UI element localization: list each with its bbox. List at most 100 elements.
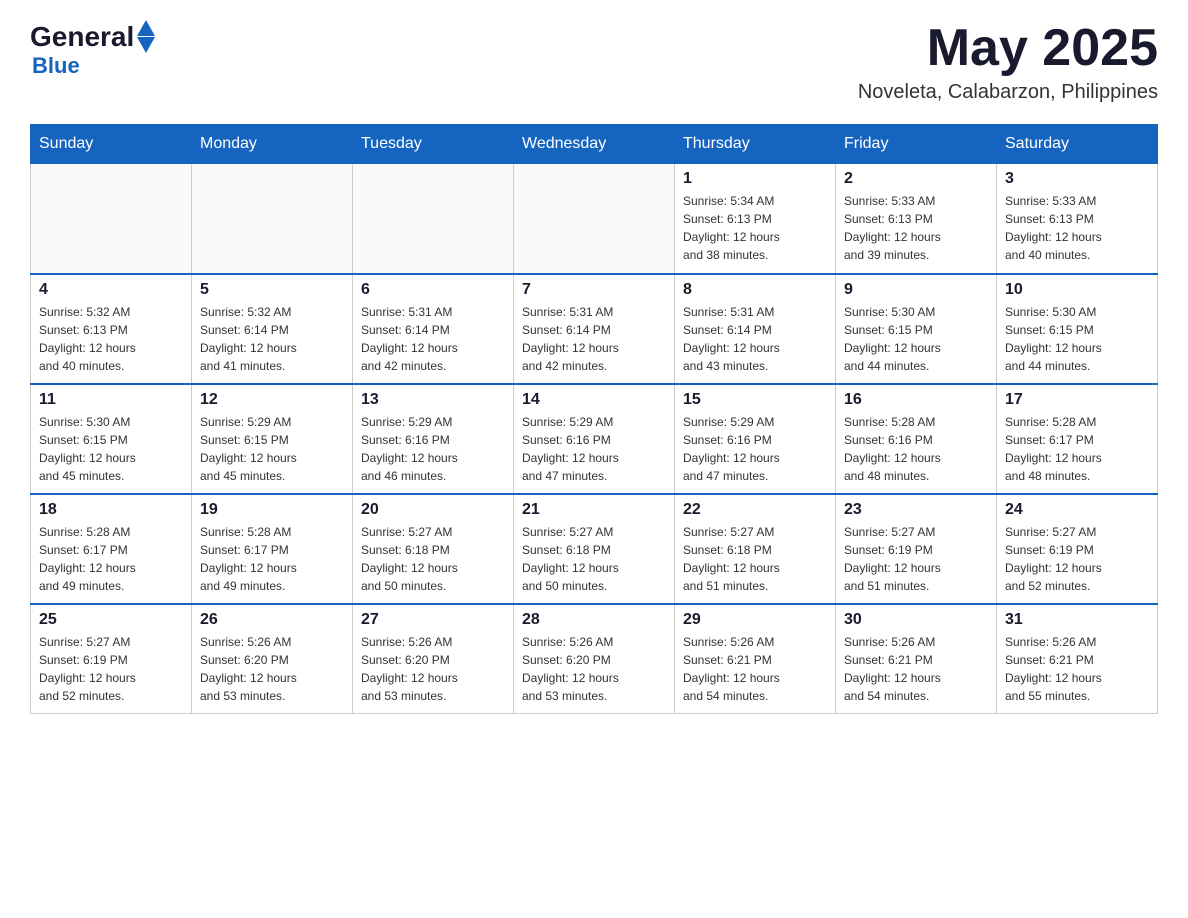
page-header: General Blue May 2025 Noveleta, Calabarz… [30,20,1158,104]
day-number: 27 [361,611,505,629]
calendar-day-cell: 21 Sunrise: 5:27 AMSunset: 6:18 PMDayligh… [514,494,675,604]
day-number: 12 [200,391,344,409]
calendar-day-cell [31,164,192,274]
logo: General Blue [30,20,155,79]
calendar-day-cell: 10 Sunrise: 5:30 AMSunset: 6:15 PMDayligh… [997,274,1158,384]
day-info: Sunrise: 5:29 AMSunset: 6:16 PMDaylight:… [361,413,505,485]
calendar-day-cell: 14 Sunrise: 5:29 AMSunset: 6:16 PMDayligh… [514,384,675,494]
day-number: 29 [683,611,827,629]
calendar-day-cell: 3 Sunrise: 5:33 AMSunset: 6:13 PMDaylight… [997,164,1158,274]
day-info: Sunrise: 5:26 AMSunset: 6:20 PMDaylight:… [522,633,666,705]
day-number: 16 [844,391,988,409]
day-info: Sunrise: 5:27 AMSunset: 6:19 PMDaylight:… [1005,523,1149,595]
calendar-day-cell: 19 Sunrise: 5:28 AMSunset: 6:17 PMDayligh… [192,494,353,604]
day-number: 24 [1005,501,1149,519]
calendar-day-cell [353,164,514,274]
calendar-day-cell: 4 Sunrise: 5:32 AMSunset: 6:13 PMDaylight… [31,274,192,384]
day-of-week-header: Tuesday [353,125,514,164]
calendar-day-cell: 9 Sunrise: 5:30 AMSunset: 6:15 PMDaylight… [836,274,997,384]
day-info: Sunrise: 5:33 AMSunset: 6:13 PMDaylight:… [1005,192,1149,264]
calendar-day-cell: 18 Sunrise: 5:28 AMSunset: 6:17 PMDayligh… [31,494,192,604]
day-number: 25 [39,611,183,629]
day-info: Sunrise: 5:26 AMSunset: 6:20 PMDaylight:… [361,633,505,705]
calendar-day-cell [192,164,353,274]
title-section: May 2025 Noveleta, Calabarzon, Philippin… [858,20,1158,104]
calendar-week-row: 1Sunrise: 5:34 AMSunset: 6:13 PMDaylight… [31,164,1158,274]
calendar-day-cell: 26 Sunrise: 5:26 AMSunset: 6:20 PMDayligh… [192,604,353,714]
day-info: Sunrise: 5:31 AMSunset: 6:14 PMDaylight:… [522,303,666,375]
day-number: 30 [844,611,988,629]
day-number: 7 [522,281,666,299]
calendar-week-row: 4 Sunrise: 5:32 AMSunset: 6:13 PMDaylight… [31,274,1158,384]
logo-general: General [30,21,134,53]
day-number: 9 [844,281,988,299]
logo-blue-text: Blue [32,53,155,79]
day-info: Sunrise: 5:26 AMSunset: 6:20 PMDaylight:… [200,633,344,705]
day-info: Sunrise: 5:28 AMSunset: 6:17 PMDaylight:… [1005,413,1149,485]
calendar-day-cell: 16Sunrise: 5:28 AMSunset: 6:16 PMDayligh… [836,384,997,494]
location-subtitle: Noveleta, Calabarzon, Philippines [858,81,1158,104]
day-info: Sunrise: 5:26 AMSunset: 6:21 PMDaylight:… [1005,633,1149,705]
calendar-day-cell: 28 Sunrise: 5:26 AMSunset: 6:20 PMDayligh… [514,604,675,714]
calendar-day-cell: 12 Sunrise: 5:29 AMSunset: 6:15 PMDayligh… [192,384,353,494]
calendar-day-cell: 24 Sunrise: 5:27 AMSunset: 6:19 PMDayligh… [997,494,1158,604]
month-year-title: May 2025 [858,20,1158,77]
day-number: 23 [844,501,988,519]
day-info: Sunrise: 5:29 AMSunset: 6:15 PMDaylight:… [200,413,344,485]
day-number: 10 [1005,281,1149,299]
day-number: 19 [200,501,344,519]
day-number: 11 [39,391,183,409]
calendar-day-cell: 2 Sunrise: 5:33 AMSunset: 6:13 PMDaylight… [836,164,997,274]
calendar-day-cell: 27 Sunrise: 5:26 AMSunset: 6:20 PMDayligh… [353,604,514,714]
calendar-week-row: 25 Sunrise: 5:27 AMSunset: 6:19 PMDayligh… [31,604,1158,714]
calendar-day-cell: 17 Sunrise: 5:28 AMSunset: 6:17 PMDayligh… [997,384,1158,494]
day-of-week-header: Saturday [997,125,1158,164]
day-info: Sunrise: 5:28 AMSunset: 6:17 PMDaylight:… [39,523,183,595]
logo-triangle-up-icon [137,20,155,36]
day-number: 6 [361,281,505,299]
day-number: 28 [522,611,666,629]
calendar-day-cell: 11 Sunrise: 5:30 AMSunset: 6:15 PMDayligh… [31,384,192,494]
day-info: Sunrise: 5:33 AMSunset: 6:13 PMDaylight:… [844,192,988,264]
day-of-week-header: Sunday [31,125,192,164]
day-number: 18 [39,501,183,519]
day-info: Sunrise: 5:27 AMSunset: 6:18 PMDaylight:… [361,523,505,595]
day-number: 17 [1005,391,1149,409]
day-number: 3 [1005,170,1149,188]
day-number: 2 [844,170,988,188]
calendar-day-cell: 23 Sunrise: 5:27 AMSunset: 6:19 PMDayligh… [836,494,997,604]
day-number: 21 [522,501,666,519]
day-number: 14 [522,391,666,409]
day-number: 20 [361,501,505,519]
day-info: Sunrise: 5:31 AMSunset: 6:14 PMDaylight:… [361,303,505,375]
day-number: 8 [683,281,827,299]
day-info: Sunrise: 5:27 AMSunset: 6:19 PMDaylight:… [844,523,988,595]
calendar-day-cell: 13Sunrise: 5:29 AMSunset: 6:16 PMDayligh… [353,384,514,494]
calendar-week-row: 18 Sunrise: 5:28 AMSunset: 6:17 PMDayligh… [31,494,1158,604]
day-number: 5 [200,281,344,299]
calendar-table: SundayMondayTuesdayWednesdayThursdayFrid… [30,124,1158,714]
day-info: Sunrise: 5:32 AMSunset: 6:13 PMDaylight:… [39,303,183,375]
day-info: Sunrise: 5:31 AMSunset: 6:14 PMDaylight:… [683,303,827,375]
day-info: Sunrise: 5:27 AMSunset: 6:18 PMDaylight:… [522,523,666,595]
day-number: 26 [200,611,344,629]
day-info: Sunrise: 5:30 AMSunset: 6:15 PMDaylight:… [1005,303,1149,375]
day-of-week-header: Wednesday [514,125,675,164]
day-info: Sunrise: 5:32 AMSunset: 6:14 PMDaylight:… [200,303,344,375]
day-info: Sunrise: 5:29 AMSunset: 6:16 PMDaylight:… [522,413,666,485]
calendar-week-row: 11 Sunrise: 5:30 AMSunset: 6:15 PMDayligh… [31,384,1158,494]
calendar-day-cell: 31 Sunrise: 5:26 AMSunset: 6:21 PMDayligh… [997,604,1158,714]
day-info: Sunrise: 5:30 AMSunset: 6:15 PMDaylight:… [39,413,183,485]
day-info: Sunrise: 5:29 AMSunset: 6:16 PMDaylight:… [683,413,827,485]
day-number: 31 [1005,611,1149,629]
calendar-day-cell: 6 Sunrise: 5:31 AMSunset: 6:14 PMDaylight… [353,274,514,384]
day-number: 15 [683,391,827,409]
day-info: Sunrise: 5:30 AMSunset: 6:15 PMDaylight:… [844,303,988,375]
day-info: Sunrise: 5:27 AMSunset: 6:19 PMDaylight:… [39,633,183,705]
day-info: Sunrise: 5:27 AMSunset: 6:18 PMDaylight:… [683,523,827,595]
day-number: 4 [39,281,183,299]
day-info: Sunrise: 5:28 AMSunset: 6:17 PMDaylight:… [200,523,344,595]
calendar-day-cell: 29Sunrise: 5:26 AMSunset: 6:21 PMDayligh… [675,604,836,714]
calendar-day-cell: 20 Sunrise: 5:27 AMSunset: 6:18 PMDayligh… [353,494,514,604]
calendar-header-row: SundayMondayTuesdayWednesdayThursdayFrid… [31,125,1158,164]
